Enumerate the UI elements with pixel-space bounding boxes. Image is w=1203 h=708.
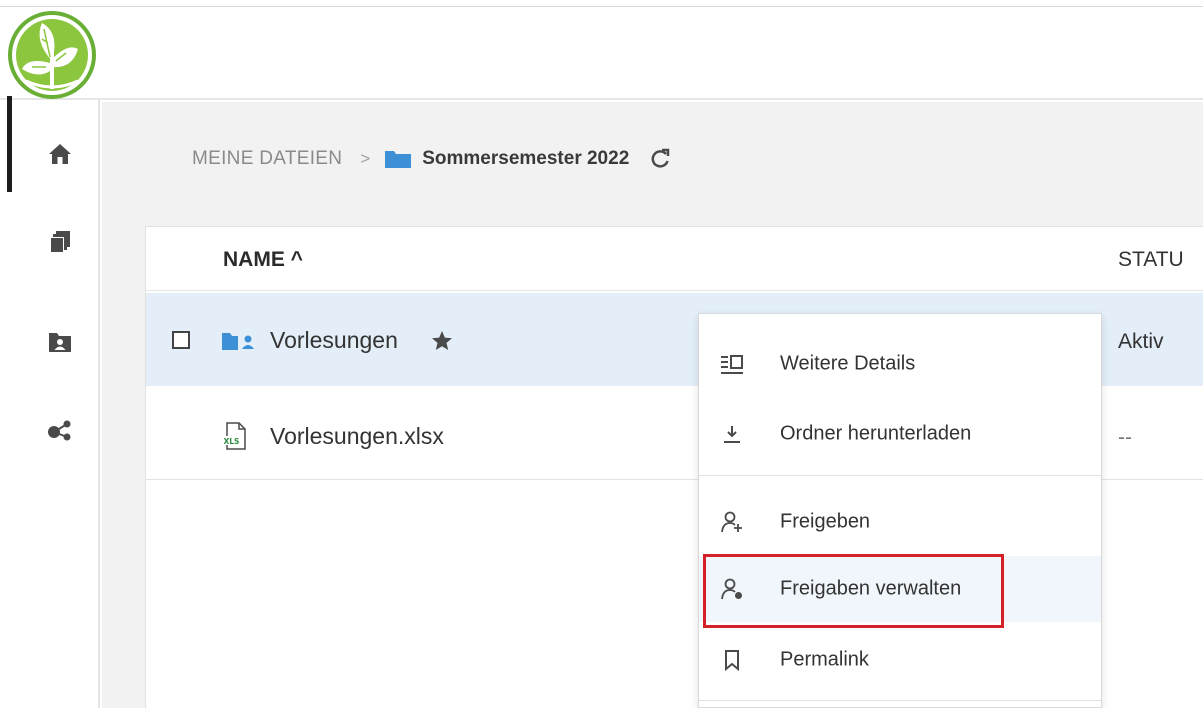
menu-item-permalink[interactable]: Permalink	[699, 632, 1101, 688]
file-name[interactable]: Vorlesungen.xlsx	[270, 423, 444, 450]
active-nav-indicator	[7, 96, 12, 192]
sidebar	[0, 100, 100, 708]
star-icon[interactable]	[431, 330, 453, 357]
share-user-icon	[719, 509, 745, 535]
column-header-name[interactable]: NAME ^	[223, 248, 303, 272]
menu-item-freigaben-verwalten[interactable]: Freigaben verwalten	[699, 556, 1101, 622]
menu-item-label: Freigeben	[780, 510, 871, 533]
share-icon	[48, 420, 71, 441]
breadcrumb-current: Sommersemester 2022	[422, 148, 630, 169]
status-value: --	[1118, 426, 1132, 449]
column-header-status[interactable]: STATU	[1118, 248, 1184, 272]
details-icon	[719, 351, 745, 377]
menu-item-label: Permalink	[780, 648, 869, 671]
shared-folder-icon	[221, 331, 259, 356]
app-logo[interactable]	[6, 11, 98, 99]
menu-item-weitere-details[interactable]: Weitere Details	[699, 336, 1101, 392]
context-menu: Weitere Details Ordner herunterladen Fre…	[698, 313, 1102, 708]
menu-item-freigeben[interactable]: Freigeben	[699, 494, 1101, 550]
sidebar-item-shared-folders[interactable]	[38, 322, 82, 362]
menu-item-label: Freigaben verwalten	[780, 577, 962, 600]
refresh-icon[interactable]	[649, 148, 671, 170]
menu-item-ordner-herunterladen[interactable]: Ordner herunterladen	[699, 406, 1101, 462]
menu-divider	[699, 475, 1101, 476]
row-checkbox[interactable]	[172, 331, 190, 349]
app-header	[0, 7, 1203, 100]
sidebar-item-files[interactable]	[38, 222, 82, 262]
breadcrumb: MEINE DATEIEN > Sommersemester 2022	[192, 143, 671, 175]
file-name[interactable]: Vorlesungen	[270, 327, 398, 354]
menu-item-label: Weitere Details	[780, 352, 916, 375]
xls-file-icon: XLS	[222, 422, 248, 455]
breadcrumb-root[interactable]: MEINE DATEIEN	[192, 148, 342, 170]
status-value: Aktiv	[1118, 330, 1164, 353]
svg-text:XLS: XLS	[224, 437, 240, 446]
folder-user-icon	[49, 333, 71, 352]
manage-share-icon	[719, 576, 745, 602]
bookmark-icon	[719, 647, 745, 673]
sidebar-item-shared[interactable]	[38, 410, 82, 450]
sidebar-item-home[interactable]	[38, 134, 82, 174]
menu-divider	[699, 700, 1101, 701]
breadcrumb-separator: >	[360, 149, 371, 168]
header-divider	[146, 290, 1203, 291]
download-icon	[719, 421, 745, 447]
menu-item-label: Ordner herunterladen	[780, 422, 972, 445]
home-icon	[49, 144, 71, 164]
folder-icon	[384, 149, 412, 169]
files-icon	[50, 231, 70, 253]
